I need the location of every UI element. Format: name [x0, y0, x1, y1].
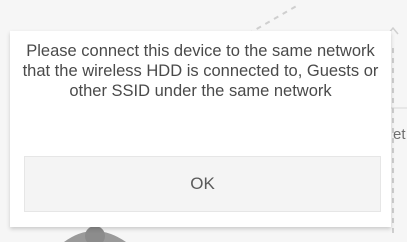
alert-dialog: Please connect this device to the same n…	[10, 31, 391, 227]
dialog-message: Please connect this device to the same n…	[22, 42, 379, 100]
ok-button[interactable]: OK	[24, 156, 381, 212]
